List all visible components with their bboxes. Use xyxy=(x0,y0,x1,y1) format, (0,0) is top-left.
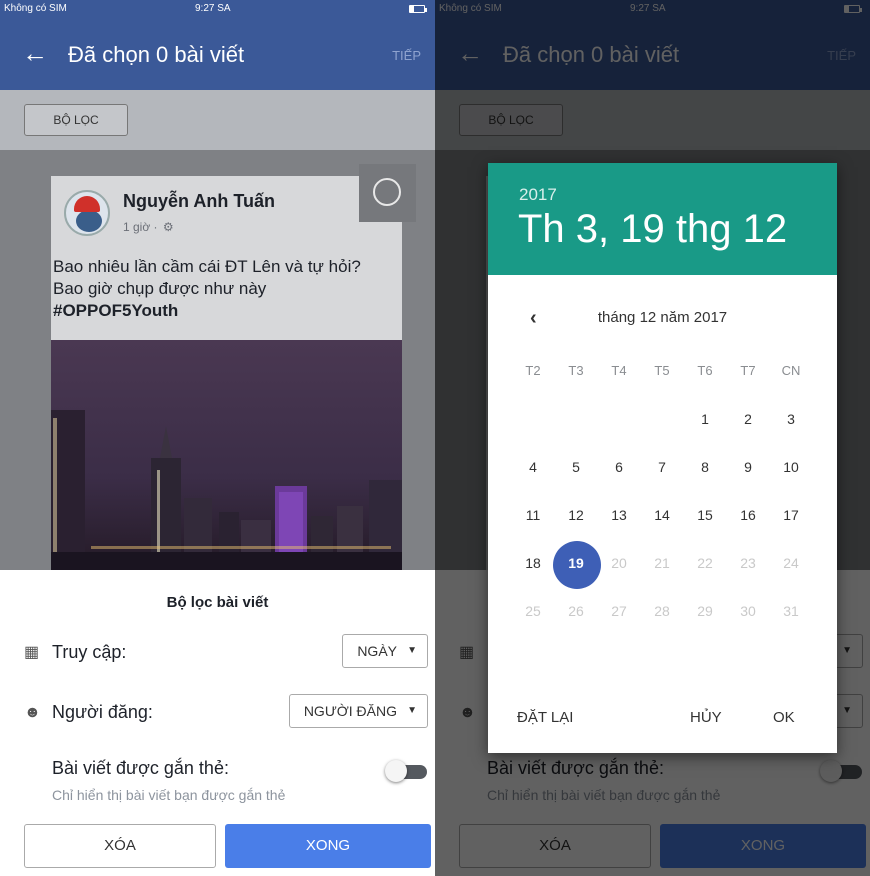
calendar-day-disabled: 31 xyxy=(783,603,799,619)
calendar-day-disabled: 20 xyxy=(611,555,627,571)
calendar-day-disabled: 27 xyxy=(611,603,627,619)
week-row: 1 2 3 xyxy=(514,407,820,431)
calendar-day[interactable]: 16 xyxy=(726,503,770,527)
weekday-label: T4 xyxy=(611,363,627,378)
status-time: 9:27 SA xyxy=(195,3,231,14)
weekday-label: T3 xyxy=(568,363,584,378)
post-meta: 1 giờ · ⚙ xyxy=(123,220,174,234)
post-hashtag[interactable]: #OPPOF5Youth xyxy=(53,301,178,320)
poster-value: NGƯỜI ĐĂNG xyxy=(303,703,397,719)
calendar-day[interactable]: 14 xyxy=(640,503,684,527)
post-feed: Nguyễn Anh Tuấn 1 giờ · ⚙ Bao nhiêu lần … xyxy=(0,150,435,570)
access-label: Truy cập: xyxy=(52,642,127,662)
battery-icon xyxy=(409,5,427,13)
calendar-day[interactable]: 15 xyxy=(683,503,727,527)
sheet-title: Bộ lọc bài viết xyxy=(166,594,269,611)
calendar-day[interactable]: 3 xyxy=(769,407,813,431)
weekday-label: T7 xyxy=(740,363,756,378)
calendar-day-disabled: 30 xyxy=(740,603,756,619)
calendar-day[interactable]: 11 xyxy=(511,503,555,527)
weekday-label: T6 xyxy=(697,363,713,378)
post-text: Bao nhiêu lần cầm cái ĐT Lên và tự hỏi? … xyxy=(51,256,391,322)
calendar-day-disabled: 25 xyxy=(525,603,541,619)
person-icon: ☻ xyxy=(24,704,41,721)
calendar-grid-icon: ▦ xyxy=(24,644,40,661)
access-dropdown[interactable]: NGÀY ▼ xyxy=(342,634,428,668)
avatar[interactable] xyxy=(64,190,110,236)
calendar-day[interactable]: 2 xyxy=(726,407,770,431)
weekday-label: CN xyxy=(781,363,801,378)
calendar-day[interactable]: 13 xyxy=(597,503,641,527)
calendar-day-disabled: 28 xyxy=(654,603,670,619)
picker-selected-date: Th 3, 19 thg 12 xyxy=(518,207,788,251)
calendar-day[interactable]: 8 xyxy=(683,455,727,479)
arrow-left-icon[interactable]: ← xyxy=(22,38,48,68)
caret-down-icon: ▼ xyxy=(407,705,417,716)
week-row: 18 19 20 21 22 23 24 xyxy=(514,551,820,575)
calendar-day[interactable]: 6 xyxy=(597,455,641,479)
week-row: 4 5 6 7 8 9 10 xyxy=(514,455,820,479)
cancel-button[interactable]: HỦY xyxy=(690,709,722,726)
weekday-row: T2 T3 T4 T5 T6 T7 CN xyxy=(514,359,820,383)
tagged-title: Bài viết được gắn thẻ: xyxy=(52,758,229,778)
filter-button[interactable]: BỘ LỌC xyxy=(24,104,128,136)
calendar-day[interactable]: 7 xyxy=(640,455,684,479)
month-label: tháng 12 năm 2017 xyxy=(597,309,728,326)
week-row: 25 26 27 28 29 30 31 xyxy=(514,599,820,623)
calendar-day-selected[interactable]: 19 xyxy=(554,551,598,575)
circle-icon xyxy=(373,178,401,206)
calendar-day-disabled: 22 xyxy=(697,555,713,571)
calendar-day[interactable]: 12 xyxy=(554,503,598,527)
calendar-day[interactable]: 4 xyxy=(511,455,555,479)
gear-icon: ⚙ xyxy=(162,220,174,234)
post-author[interactable]: Nguyễn Anh Tuấn xyxy=(123,191,275,212)
post-body: Bao nhiêu lần cầm cái ĐT Lên và tự hỏi? … xyxy=(53,257,361,298)
screen-filter: Không có SIM 9:27 SA ← Đã chọn 0 bài viế… xyxy=(0,0,435,876)
calendar-day[interactable]: 9 xyxy=(726,455,770,479)
calendar-day[interactable]: 10 xyxy=(769,455,813,479)
post-card[interactable]: Nguyễn Anh Tuấn 1 giờ · ⚙ Bao nhiêu lần … xyxy=(51,176,402,570)
next-button[interactable]: TIẾP xyxy=(392,48,421,63)
tagged-subtitle: Chỉ hiển thị bài viết bạn được gắn thẻ xyxy=(52,787,286,803)
calendar-day[interactable]: 17 xyxy=(769,503,813,527)
filter-sheet: Bộ lọc bài viết ▦ Truy cập: NGÀY ▼ ☻ Ngư… xyxy=(0,570,435,876)
tagged-toggle[interactable] xyxy=(385,760,427,782)
weekday-label: T2 xyxy=(525,363,541,378)
filter-bar: BỘ LỌC xyxy=(0,90,435,150)
done-button[interactable]: XONG xyxy=(225,824,431,868)
top-app-bar: ← Đã chọn 0 bài viết TIẾP xyxy=(0,18,435,90)
date-picker-dialog: 2017 Th 3, 19 thg 12 ‹ tháng 12 năm 2017… xyxy=(488,163,837,753)
page-title: Đã chọn 0 bài viết xyxy=(68,42,245,67)
clear-button[interactable]: XÓA xyxy=(24,824,216,868)
caret-down-icon: ▼ xyxy=(407,645,417,656)
city-skyline-image xyxy=(51,410,402,570)
month-navigation: ‹ tháng 12 năm 2017 xyxy=(488,307,837,331)
ok-button[interactable]: OK xyxy=(773,709,795,726)
calendar-day-disabled: 23 xyxy=(740,555,756,571)
calendar-day[interactable]: 5 xyxy=(554,455,598,479)
calendar-day[interactable]: 1 xyxy=(683,407,727,431)
calendar-day[interactable]: 18 xyxy=(511,551,555,575)
access-value: NGÀY xyxy=(357,643,397,659)
screen-date-picker: Không có SIM 9:27 SA ← Đã chọn 0 bài viế… xyxy=(435,0,870,876)
calendar-day-disabled: 26 xyxy=(568,603,584,619)
calendar-day-disabled: 24 xyxy=(783,555,799,571)
calendar-day-disabled: 21 xyxy=(654,555,670,571)
calendar-day-disabled: 29 xyxy=(697,603,713,619)
post-time: 1 giờ · xyxy=(123,220,158,234)
picker-year[interactable]: 2017 xyxy=(519,185,557,205)
post-photo xyxy=(51,340,402,570)
reset-button[interactable]: ĐẶT LẠI xyxy=(517,709,573,726)
week-row: 11 12 13 14 15 16 17 xyxy=(514,503,820,527)
poster-dropdown[interactable]: NGƯỜI ĐĂNG ▼ xyxy=(288,694,428,728)
weekday-label: T5 xyxy=(654,363,670,378)
status-carrier: Không có SIM xyxy=(4,3,67,14)
status-bar: Không có SIM 9:27 SA xyxy=(0,0,435,18)
date-picker-header: 2017 Th 3, 19 thg 12 xyxy=(488,163,837,275)
select-post-checkbox[interactable] xyxy=(359,164,416,222)
poster-label: Người đăng: xyxy=(52,702,153,722)
